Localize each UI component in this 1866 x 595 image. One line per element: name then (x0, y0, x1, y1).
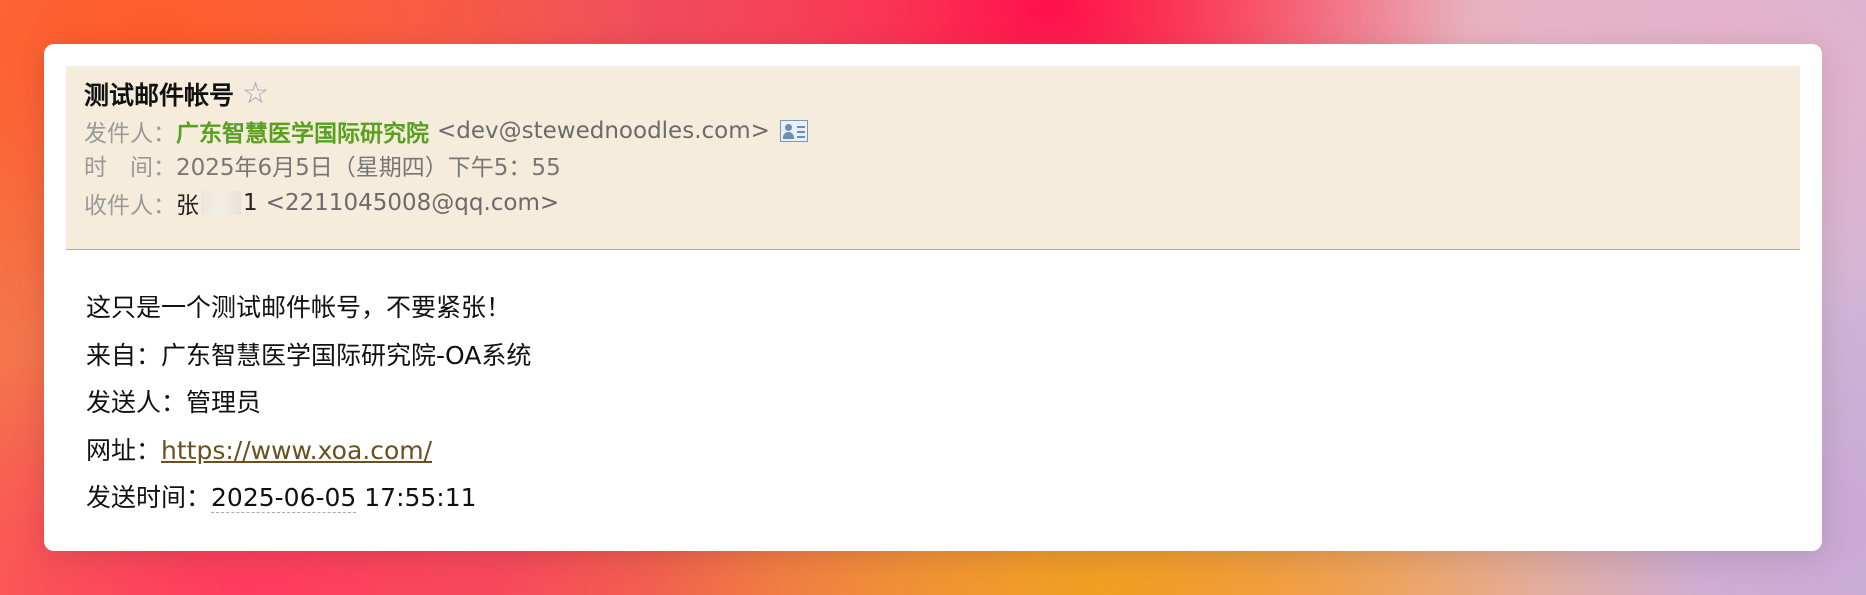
body-line-sender: 发送人：管理员 (86, 379, 531, 427)
sender-line-label: 发送人： (86, 388, 187, 417)
redacted-mask (201, 191, 241, 215)
subject-row: 测试邮件帐号 ☆ (84, 76, 269, 112)
recipient-name-suffix: 1 (243, 190, 258, 216)
from-line-label: 来自： (86, 340, 162, 370)
email-subject: 测试邮件帐号 (84, 81, 235, 110)
star-icon[interactable]: ☆ (242, 79, 269, 109)
to-row: 收件人： 张 1 <2211045008@qq.com> (84, 186, 559, 220)
time-label: 时 间： (84, 155, 176, 181)
from-label: 发件人： (84, 121, 176, 147)
sent-time: 17:55:11 (356, 483, 477, 512)
contact-card-icon[interactable] (779, 120, 808, 142)
from-row: 发件人： 广东智慧医学国际研究院 <dev@stewednoodles.com> (84, 114, 808, 148)
from-line-value: 广东智慧医学国际研究院-OA系统 (161, 340, 532, 370)
recipient-address: <2211045008@qq.com> (265, 190, 560, 216)
email-window: 测试邮件帐号 ☆ 发件人： 广东智慧医学国际研究院 <dev@stewednoo… (44, 44, 1822, 551)
sender-address: <dev@stewednoodles.com> (437, 118, 770, 144)
body-line-1: 这只是一个测试邮件帐号，不要紧张！ (86, 284, 531, 332)
sender-name[interactable]: 广东智慧医学国际研究院 (176, 114, 429, 148)
body-line-sent-time: 发送时间：2025-06-05 17:55:11 (86, 474, 531, 522)
to-label: 收件人： (84, 193, 176, 219)
email-body: 这只是一个测试邮件帐号，不要紧张！ 来自：广东智慧医学国际研究院-OA系统 发送… (86, 284, 531, 522)
time-value: 2025年6月5日（星期四）下午5：55 (176, 155, 561, 181)
email-header: 测试邮件帐号 ☆ 发件人： 广东智慧医学国际研究院 <dev@stewednoo… (66, 66, 1800, 250)
sender-line-value: 管理员 (186, 388, 262, 417)
body-line-from: 来自：广东智慧医学国际研究院-OA系统 (86, 332, 531, 380)
sent-time-label: 发送时间： (86, 483, 212, 512)
recipient-name-prefix: 张 (176, 193, 199, 219)
url-link[interactable]: https://www.xoa.com/ (161, 436, 432, 465)
sent-date[interactable]: 2025-06-05 (211, 483, 357, 513)
url-label: 网址： (86, 435, 162, 465)
body-intro-text: 这只是一个测试邮件帐号，不要紧张！ (86, 293, 512, 322)
time-row: 时 间： 2025年6月5日（星期四）下午5：55 (84, 148, 561, 182)
body-line-url: 网址：https://www.xoa.com/ (86, 427, 531, 475)
